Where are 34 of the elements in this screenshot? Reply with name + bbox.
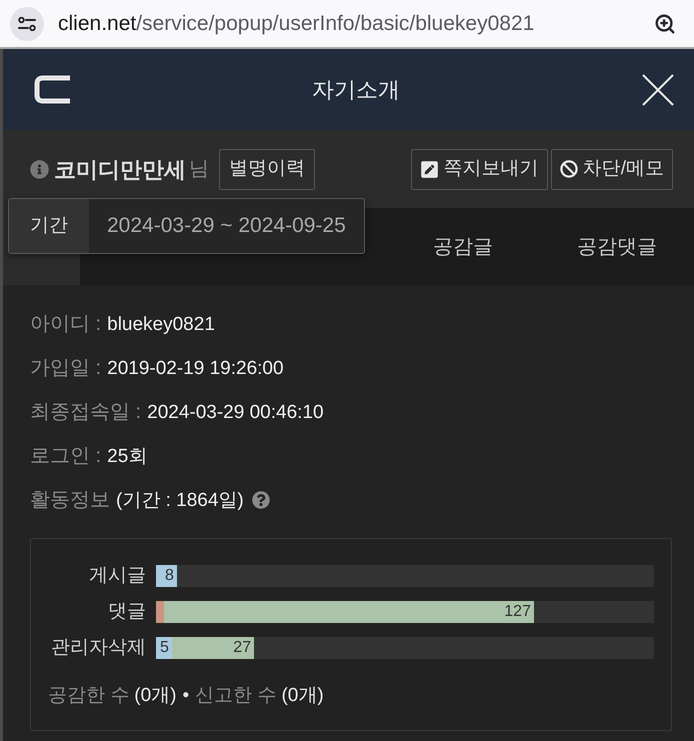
bar-value-label: 127 — [504, 602, 531, 622]
info-row-text: 최종접속일 : 2024-03-29 00:46:10 — [30, 400, 324, 425]
tooltip-value: 2024-03-29 ~ 2024-09-25 — [106, 213, 347, 240]
sliders-icon — [18, 16, 36, 30]
help-icon[interactable] — [252, 491, 270, 509]
zoom-in-icon[interactable] — [654, 12, 676, 34]
category-label: 게시글 — [89, 564, 146, 588]
info-row-text: 가입일 : 2019-02-19 19:26:00 — [30, 356, 284, 381]
tab[interactable]: 공감댓글 — [540, 208, 694, 285]
tooltip-label: 기간 — [9, 199, 89, 253]
site-controls-button[interactable] — [10, 6, 44, 40]
bar-value-label: 5 — [160, 638, 169, 658]
bar-value-label: 8 — [165, 566, 174, 586]
close-button[interactable] — [641, 72, 675, 106]
nickname-history-button[interactable]: 별명이력 — [219, 148, 315, 190]
info-row-text: 로그인 : 25회 — [30, 444, 148, 469]
window-title: 자기소개 — [312, 76, 400, 104]
category-label: 관리자삭제 — [51, 636, 146, 660]
nickname: 코미디만만세 — [54, 156, 186, 184]
block-memo-button[interactable]: 차단/메모 — [550, 148, 673, 190]
bar-value-label: 27 — [233, 638, 252, 658]
send-message-button[interactable]: 쪽지보내기 — [410, 148, 548, 190]
info-icon — [30, 160, 49, 178]
tab[interactable]: 공감글 — [386, 208, 540, 285]
honorific-text: 님 — [189, 157, 209, 182]
separator-dot: • — [182, 684, 190, 708]
activity-info-text: 활동정보 (기간 : 1864일) — [30, 488, 244, 513]
logo-icon[interactable] — [34, 75, 71, 104]
ban-icon — [560, 160, 578, 178]
like-count-text: 공감한 수 (0개) — [48, 684, 177, 708]
report-count-text: 신고한 수 (0개) — [195, 684, 324, 708]
info-row-text: 아이디 : bluekey0821 — [30, 312, 215, 337]
category-label: 댓글 — [108, 600, 146, 624]
close-icon — [642, 74, 674, 106]
